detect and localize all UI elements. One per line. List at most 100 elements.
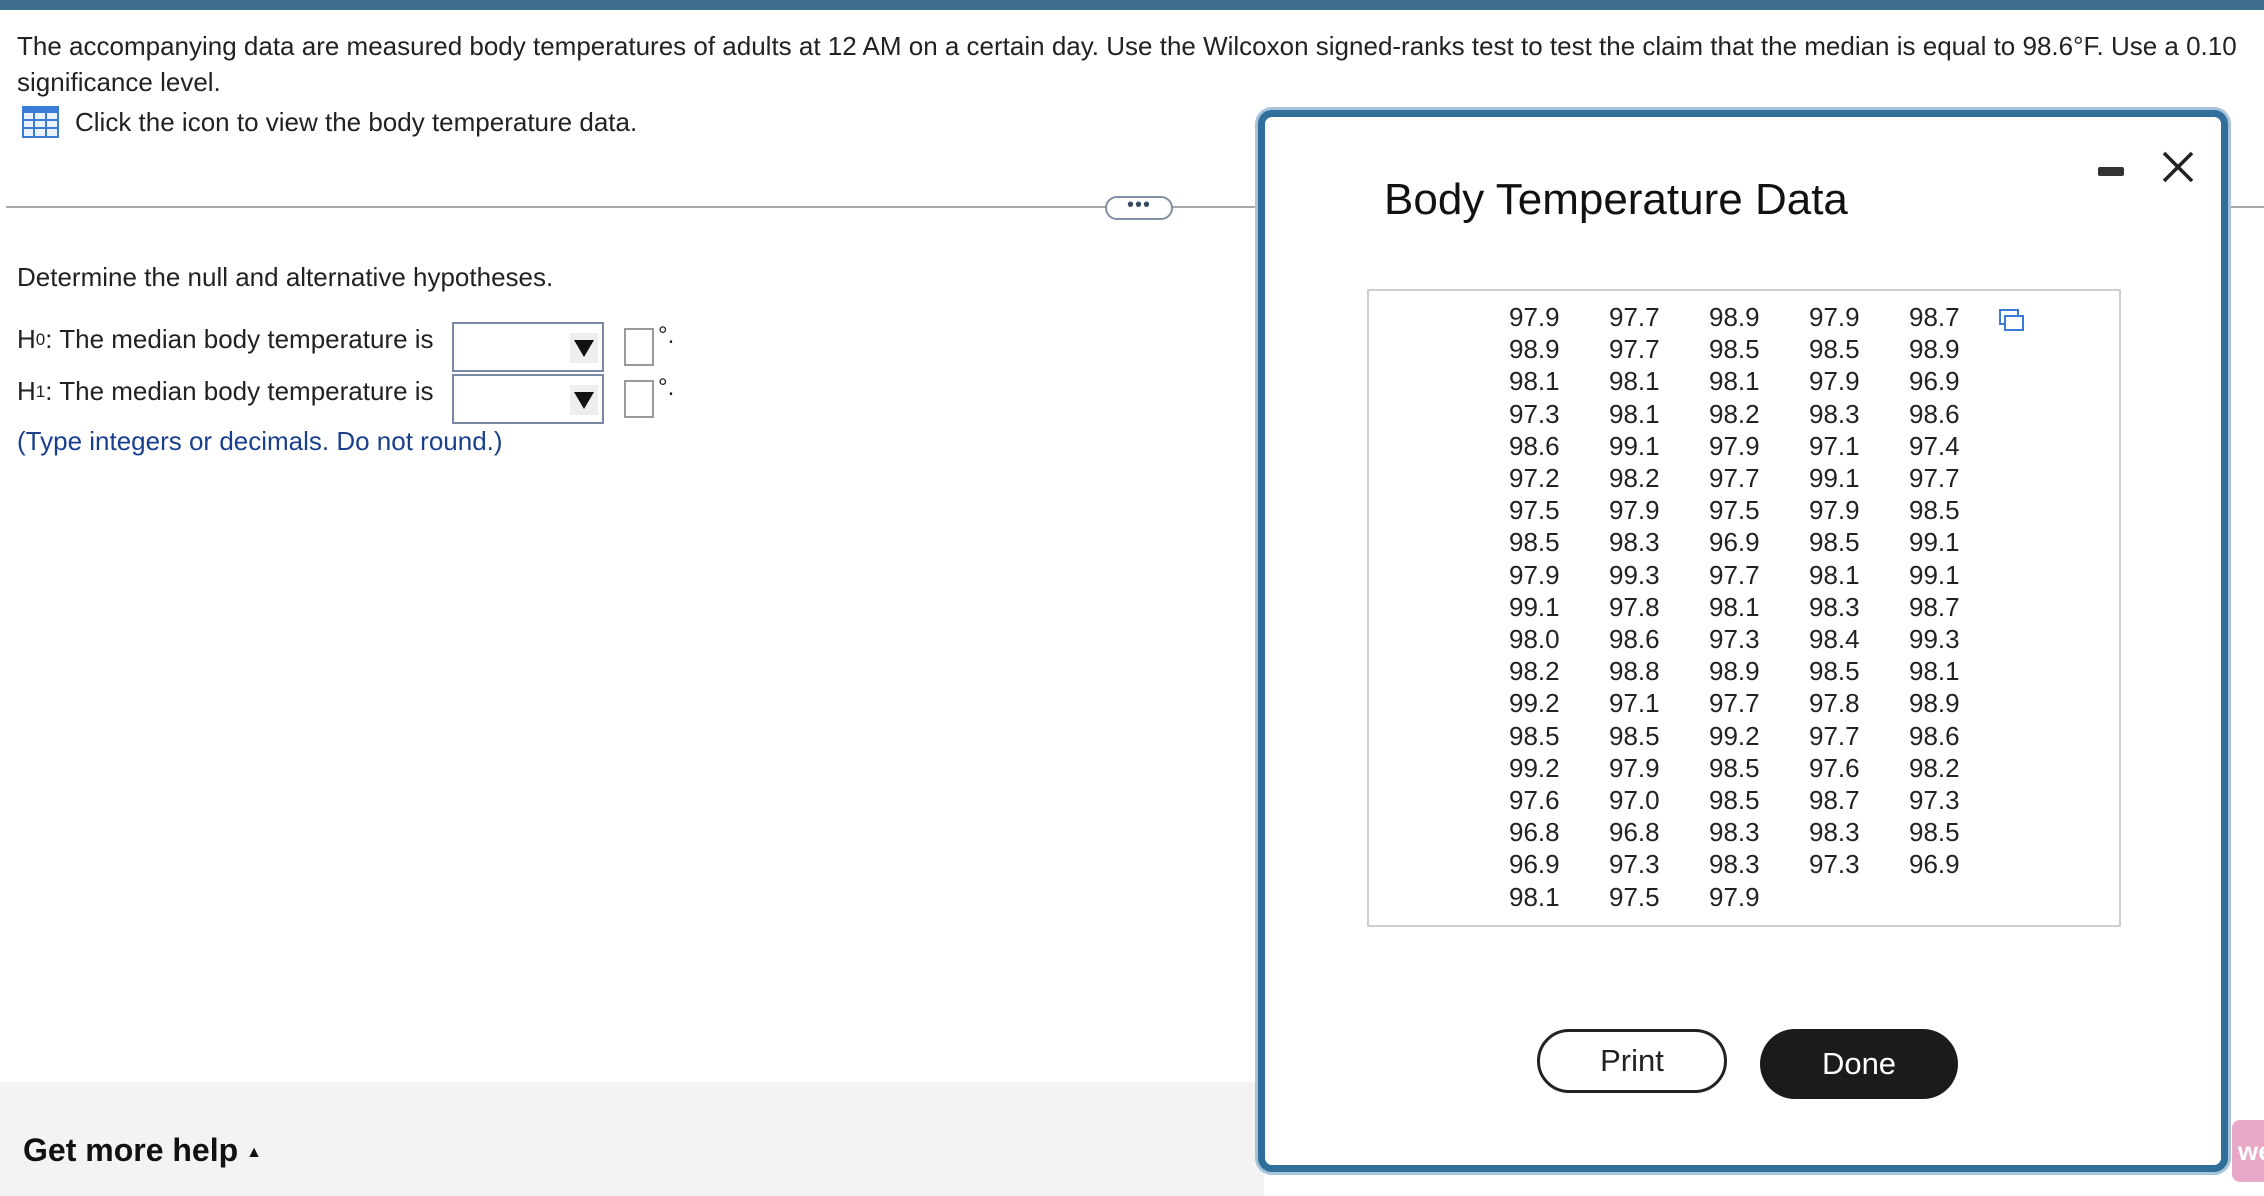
table-cell: 96.8 — [1609, 817, 1660, 848]
h0-text: : The median body temperature is — [45, 324, 434, 354]
table-cell: 97.6 — [1509, 785, 1560, 816]
table-cell: 97.7 — [1909, 463, 1960, 494]
dropdown-arrow-icon[interactable] — [570, 333, 598, 363]
table-cell: 98.2 — [1509, 656, 1560, 687]
h0-subscript: 0 — [35, 329, 46, 349]
h1-value-input[interactable] — [624, 380, 654, 418]
modal-title: Body Temperature Data — [1384, 175, 1848, 224]
table-cell: 98.5 — [1709, 785, 1760, 816]
table-cell: 98.5 — [1609, 720, 1660, 751]
table-cell: 98.3 — [1809, 817, 1860, 848]
h0-degree-unit: °. — [658, 322, 675, 349]
table-cell: 98.0 — [1509, 624, 1560, 655]
table-cell: 98.1 — [1509, 366, 1560, 397]
table-cell: 98.3 — [1809, 398, 1860, 429]
table-cell: 97.9 — [1509, 559, 1560, 590]
table-cell: 97.5 — [1509, 495, 1560, 526]
h0-label: H0: The median body temperature is — [17, 324, 434, 355]
caret-up-icon: ▲ — [246, 1144, 262, 1161]
table-row: 98.6 99.1 97.9 97.1 97.4 — [1509, 430, 2009, 462]
side-badge[interactable]: we — [2232, 1120, 2264, 1182]
table-cell: 97.2 — [1509, 463, 1560, 494]
h0-value-input[interactable] — [624, 328, 654, 366]
table-cell: 99.2 — [1709, 720, 1760, 751]
more-button[interactable]: ••• — [1105, 195, 1173, 220]
table-row: 98.5 98.5 99.2 97.7 98.6 — [1509, 720, 2009, 752]
table-grid-icon[interactable] — [22, 106, 59, 138]
table-cell: 97.7 — [1809, 720, 1860, 751]
table-cell: 98.5 — [1709, 752, 1760, 783]
table-cell: 97.7 — [1709, 688, 1760, 719]
table-cell: 97.3 — [1709, 624, 1760, 655]
table-cell: 98.1 — [1709, 591, 1760, 622]
table-cell: 98.6 — [1909, 720, 1960, 751]
table-cell: 98.5 — [1909, 817, 1960, 848]
table-cell: 96.9 — [1909, 849, 1960, 880]
print-button[interactable]: Print — [1537, 1029, 1727, 1093]
done-button[interactable]: Done — [1760, 1029, 1958, 1099]
table-cell: 98.3 — [1809, 591, 1860, 622]
table-cell: 97.9 — [1709, 881, 1760, 912]
table-cell — [1909, 881, 2009, 913]
table-cell: 98.5 — [1709, 334, 1760, 365]
table-cell: 97.3 — [1809, 849, 1860, 880]
table-cell: 98.6 — [1609, 624, 1660, 655]
table-row: 98.2 98.8 98.9 98.5 98.1 — [1509, 655, 2009, 687]
help-label[interactable]: Get more help — [23, 1132, 238, 1168]
table-cell: 99.1 — [1909, 527, 1960, 558]
table-row: 97.5 97.9 97.5 97.9 98.5 — [1509, 494, 2009, 526]
body-temperature-modal: Body Temperature Data 97.9 97.7 98.9 97.9 98… — [1258, 110, 2228, 1172]
table-row: 98.0 98.6 97.3 98.4 99.3 — [1509, 623, 2009, 655]
table-cell: 98.2 — [1709, 398, 1760, 429]
table-cell: 98.6 — [1509, 430, 1560, 461]
table-cell: 98.5 — [1509, 720, 1560, 751]
table-cell: 97.7 — [1609, 334, 1660, 365]
table-cell: 97.7 — [1709, 463, 1760, 494]
h1-degree-unit: °. — [658, 374, 675, 401]
table-cell: 97.9 — [1609, 752, 1660, 783]
table-cell: 99.3 — [1909, 624, 1960, 655]
table-row: 96.8 96.8 98.3 98.3 98.5 — [1509, 816, 2009, 848]
table-cell: 98.8 — [1609, 656, 1660, 687]
copy-icon[interactable] — [1999, 309, 2025, 333]
table-cell: 97.8 — [1809, 688, 1860, 719]
table-cell: 97.4 — [1909, 430, 1960, 461]
data-link[interactable]: Click the icon to view the body temperat… — [22, 106, 637, 138]
table-cell: 98.1 — [1709, 366, 1760, 397]
table-cell: 98.7 — [1809, 785, 1860, 816]
table-cell: 97.1 — [1809, 430, 1860, 461]
get-more-help-button[interactable]: Get more help ▲ — [23, 1132, 262, 1169]
h1-label: H1: The median body temperature is — [17, 376, 434, 407]
minimize-icon[interactable] — [2098, 167, 2124, 176]
table-cell: 97.7 — [1609, 302, 1660, 332]
close-icon[interactable] — [2158, 147, 2198, 187]
table-cell: 97.7 — [1709, 559, 1760, 590]
table-cell: 98.2 — [1909, 752, 1960, 783]
table-cell: 98.7 — [1909, 591, 1960, 622]
table-cell: 98.2 — [1609, 463, 1660, 494]
h0-relation-select[interactable] — [452, 322, 604, 372]
table-row: 98.9 97.7 98.5 98.5 98.9 — [1509, 333, 2009, 365]
table-cell: 97.9 — [1809, 302, 1860, 332]
table-cell: 98.1 — [1609, 366, 1660, 397]
table-cell: 98.3 — [1609, 527, 1660, 558]
table-cell: 99.2 — [1509, 752, 1560, 783]
table-row: 97.9 97.7 98.9 97.9 98.7 — [1509, 301, 2009, 333]
temperature-table: 97.9 97.7 98.9 97.9 98.7 98.9 97.7 98.5 98.5 98.9… — [1509, 301, 2009, 913]
dropdown-arrow-icon[interactable] — [570, 385, 598, 415]
table-cell: 98.9 — [1909, 688, 1960, 719]
table-cell: 97.9 — [1609, 495, 1660, 526]
table-cell: 98.9 — [1909, 334, 1960, 365]
table-cell: 97.9 — [1809, 366, 1860, 397]
table-cell: 96.9 — [1909, 366, 1960, 397]
h1-relation-select[interactable] — [452, 374, 604, 424]
table-cell: 98.1 — [1909, 656, 1960, 687]
table-cell: 97.6 — [1809, 752, 1860, 783]
table-cell: 97.5 — [1709, 495, 1760, 526]
data-link-label[interactable]: Click the icon to view the body temperat… — [75, 107, 637, 138]
table-row: 99.1 97.8 98.1 98.3 98.7 — [1509, 591, 2009, 623]
table-row: 97.3 98.1 98.2 98.3 98.6 — [1509, 398, 2009, 430]
table-cell: 98.1 — [1609, 398, 1660, 429]
h1-subscript: 1 — [35, 381, 46, 401]
table-cell: 98.1 — [1809, 559, 1860, 590]
